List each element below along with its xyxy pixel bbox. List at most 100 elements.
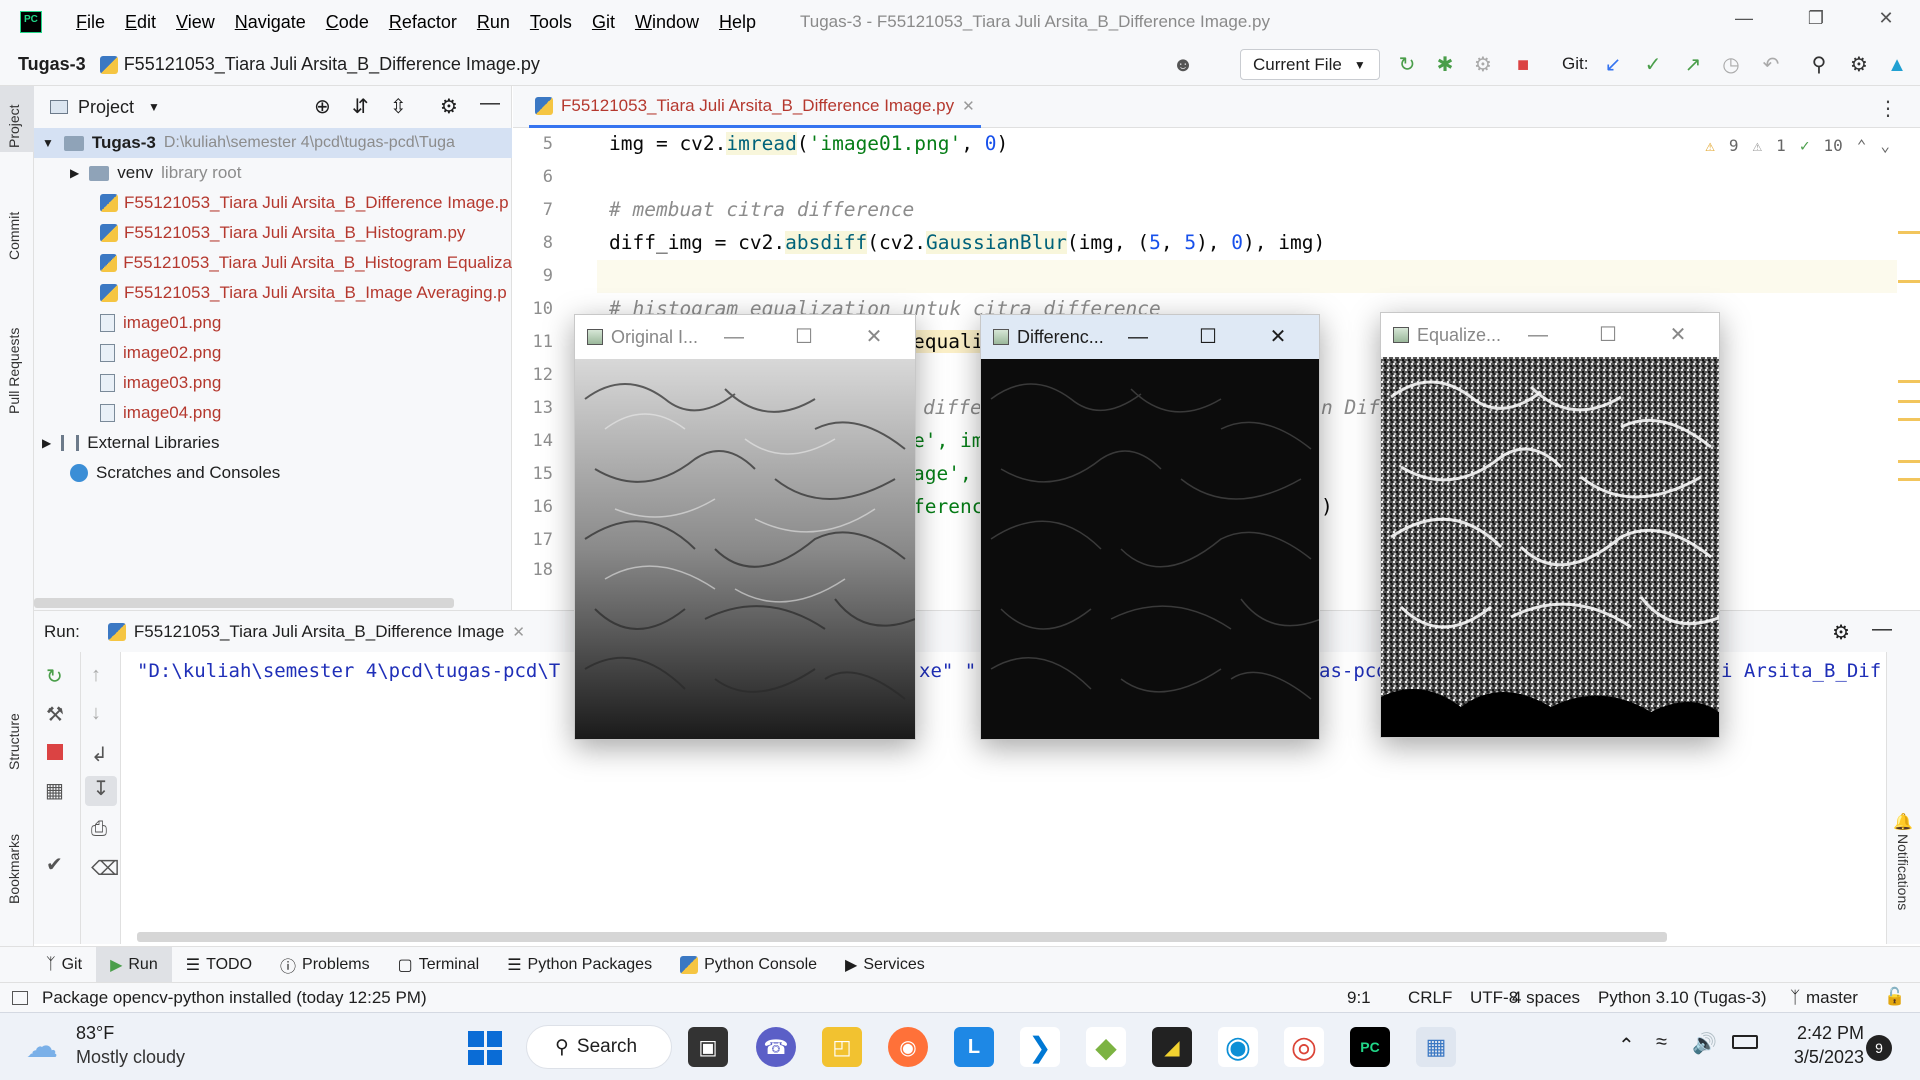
start-button[interactable] <box>468 1031 502 1065</box>
up-icon[interactable]: ↑ <box>91 664 101 687</box>
scroll-marker[interactable] <box>1898 280 1920 283</box>
menu-run[interactable]: Run <box>467 12 520 33</box>
tree-image[interactable]: image02.png <box>34 338 512 368</box>
hide-icon[interactable]: — <box>1872 618 1892 641</box>
window-difference-image[interactable]: Differenc... — ☐ ✕ <box>980 314 1322 740</box>
git-push-icon[interactable]: ↗ <box>1682 54 1704 76</box>
menu-refactor[interactable]: Refactor <box>379 12 467 33</box>
taskbar-search[interactable]: ⚲ Search <box>526 1025 672 1069</box>
app-l-icon[interactable]: L <box>954 1027 994 1067</box>
tree-venv[interactable]: ▶ venv library root <box>34 158 512 188</box>
restore-icon[interactable]: ❐ <box>1796 8 1836 36</box>
weather-temp[interactable]: 83°F <box>76 1023 114 1044</box>
git-branch[interactable]: master <box>1806 988 1858 1008</box>
tool-python-packages[interactable]: ☰ Python Packages <box>493 947 666 983</box>
chevron-down-icon[interactable]: ⌄ <box>1880 136 1890 155</box>
chevron-down-icon[interactable]: ▼ <box>148 100 160 114</box>
menu-code[interactable]: Code <box>316 12 379 33</box>
line-separator[interactable]: CRLF <box>1408 988 1452 1008</box>
gear-icon[interactable]: ⚙ <box>1832 620 1850 645</box>
user-icon[interactable]: ☻ <box>1172 54 1194 76</box>
chevron-up-icon[interactable]: ⌃ <box>1857 136 1867 155</box>
notification-badge[interactable]: 9 <box>1866 1035 1892 1061</box>
gear-icon[interactable]: ⚙ <box>440 94 458 119</box>
status-message[interactable]: Package opencv-python installed (today 1… <box>42 988 427 1008</box>
locate-icon[interactable]: ⊕ <box>314 94 331 119</box>
breadcrumb-file[interactable]: F55121053_Tiara Juli Arsita_B_Difference… <box>99 54 540 75</box>
git-app-icon[interactable]: ◆ <box>1086 1027 1126 1067</box>
tree-file[interactable]: F55121053_Tiara Juli Arsita_B_Histogram … <box>34 248 512 278</box>
menu-window[interactable]: Window <box>625 12 709 33</box>
tool-notifications[interactable]: Notifications <box>1895 834 1911 910</box>
python-interpreter[interactable]: Python 3.10 (Tugas-3) <box>1598 988 1767 1008</box>
git-commit-icon[interactable]: ✓ <box>1642 54 1664 76</box>
edge-icon[interactable]: ◉ <box>1218 1027 1258 1067</box>
breadcrumb-project[interactable]: Tugas-3 <box>18 54 86 75</box>
menu-edit[interactable]: Edit <box>115 12 166 33</box>
sticky-notes-icon[interactable]: ◢ <box>1152 1027 1192 1067</box>
vscode-icon[interactable]: ❯ <box>1020 1027 1060 1067</box>
teams-icon[interactable]: ☎ <box>756 1027 796 1067</box>
pycharm-logo-icon[interactable]: PC <box>20 11 42 33</box>
horizontal-scrollbar[interactable] <box>137 932 1667 942</box>
clock-time[interactable]: 2:42 PM <box>1784 1023 1864 1044</box>
tree-image[interactable]: image03.png <box>34 368 512 398</box>
tool-run[interactable]: ▶ Run <box>96 946 172 983</box>
tree-image[interactable]: image01.png <box>34 308 512 338</box>
pycharm-taskbar-icon[interactable]: PC <box>1350 1027 1390 1067</box>
python-taskbar-icon[interactable]: ▦ <box>1416 1027 1456 1067</box>
soft-wrap-icon[interactable]: ↲ <box>91 742 108 767</box>
battery-icon[interactable] <box>1732 1035 1758 1049</box>
clock-date[interactable]: 3/5/2023 <box>1784 1047 1864 1068</box>
stop-icon[interactable] <box>47 744 63 760</box>
chevron-up-icon[interactable]: ⌃ <box>1618 1033 1635 1058</box>
window-original-image[interactable]: Original I... — ☐ ✕ <box>574 314 916 740</box>
pin-icon[interactable]: ✔ <box>46 852 63 877</box>
git-update-icon[interactable]: ↙ <box>1602 54 1624 76</box>
indent-setting[interactable]: 4 spaces <box>1512 988 1580 1008</box>
tool-services[interactable]: ▶ Services <box>831 947 939 983</box>
minimize-icon[interactable]: — <box>1503 313 1573 357</box>
minimize-icon[interactable]: — <box>1724 8 1764 36</box>
close-icon[interactable]: ✕ <box>1243 315 1313 359</box>
tool-project[interactable]: Project <box>6 104 22 148</box>
menu-tools[interactable]: Tools <box>520 12 582 33</box>
firefox-icon[interactable]: ◉ <box>888 1027 928 1067</box>
editor-tab-active[interactable]: F55121053_Tiara Juli Arsita_B_Difference… <box>529 86 981 128</box>
tool-terminal[interactable]: ▢ Terminal <box>384 947 494 983</box>
scroll-marker[interactable] <box>1898 400 1920 403</box>
window-equalized-image[interactable]: Equalize... — ☐ ✕ <box>1380 312 1722 738</box>
menu-git[interactable]: Git <box>582 12 625 33</box>
tool-pull-requests[interactable]: Pull Requests <box>6 328 22 414</box>
scroll-marker[interactable] <box>1898 418 1920 421</box>
wrench-icon[interactable]: ⚒ <box>46 702 64 727</box>
close-tab-icon[interactable]: ✕ <box>512 623 525 641</box>
tool-bookmarks[interactable]: Bookmarks <box>6 834 22 904</box>
run-tab[interactable]: F55121053_Tiara Juli Arsita_B_Difference… <box>134 622 504 642</box>
tree-image[interactable]: image04.png <box>34 398 512 428</box>
close-icon[interactable]: ✕ <box>1866 8 1906 36</box>
trash-icon[interactable]: ⌫ <box>91 856 119 881</box>
rollback-icon[interactable]: ↶ <box>1760 54 1782 76</box>
lock-icon[interactable]: 🔓 <box>1884 987 1905 1007</box>
tool-todo[interactable]: ☰ TODO <box>172 947 266 983</box>
status-panel-icon[interactable] <box>12 990 28 1005</box>
menu-view[interactable]: View <box>166 12 225 33</box>
maximize-icon[interactable]: ☐ <box>769 315 839 359</box>
volume-icon[interactable]: 🔊 <box>1692 1031 1717 1056</box>
menu-help[interactable]: Help <box>709 12 766 33</box>
cv-window-titlebar[interactable]: Differenc... — ☐ ✕ <box>981 315 1319 359</box>
maximize-icon[interactable]: ☐ <box>1573 313 1643 357</box>
task-view-icon[interactable]: ▣ <box>688 1027 728 1067</box>
project-header-label[interactable]: Project <box>78 97 134 118</box>
plugin-icon[interactable]: ▲ <box>1886 54 1908 76</box>
close-icon[interactable]: ✕ <box>839 315 909 359</box>
tree-root[interactable]: ▼ Tugas-3 D:\kuliah\semester 4\pcd\tugas… <box>34 128 512 158</box>
caret-position[interactable]: 9:1 <box>1347 988 1371 1008</box>
scroll-marker[interactable] <box>1898 460 1920 463</box>
wifi-icon[interactable]: ≈ <box>1656 1031 1667 1054</box>
tool-structure[interactable]: Structure <box>6 713 22 770</box>
settings-icon[interactable]: ⚙ <box>1848 54 1870 76</box>
tree-external-libraries[interactable]: ▶ External Libraries <box>34 428 512 458</box>
close-tab-icon[interactable]: ✕ <box>962 97 975 115</box>
